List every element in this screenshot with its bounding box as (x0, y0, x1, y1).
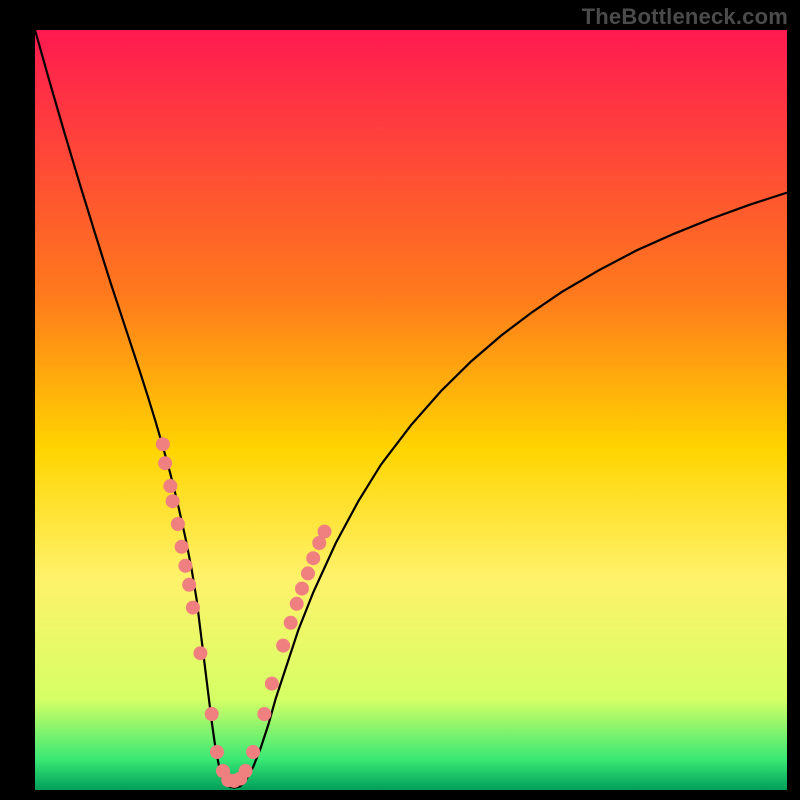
data-marker (205, 707, 219, 721)
data-marker (318, 525, 332, 539)
data-marker (265, 677, 279, 691)
data-marker (210, 745, 224, 759)
chart-frame: TheBottleneck.com (0, 0, 800, 800)
data-marker (306, 551, 320, 565)
data-marker (163, 479, 177, 493)
data-marker (178, 559, 192, 573)
watermark-label: TheBottleneck.com (582, 4, 788, 30)
data-marker (257, 707, 271, 721)
data-marker (193, 646, 207, 660)
chart-svg (35, 30, 787, 790)
data-marker (175, 540, 189, 554)
data-marker (290, 597, 304, 611)
chart-plot-area (35, 30, 787, 790)
data-marker (246, 745, 260, 759)
data-marker (276, 639, 290, 653)
chart-background (35, 30, 787, 790)
data-marker (158, 456, 172, 470)
data-marker (171, 517, 185, 531)
data-marker (295, 582, 309, 596)
data-marker (186, 601, 200, 615)
data-marker (166, 494, 180, 508)
data-marker (182, 578, 196, 592)
data-marker (239, 764, 253, 778)
data-marker (156, 437, 170, 451)
data-marker (284, 616, 298, 630)
data-marker (301, 566, 315, 580)
